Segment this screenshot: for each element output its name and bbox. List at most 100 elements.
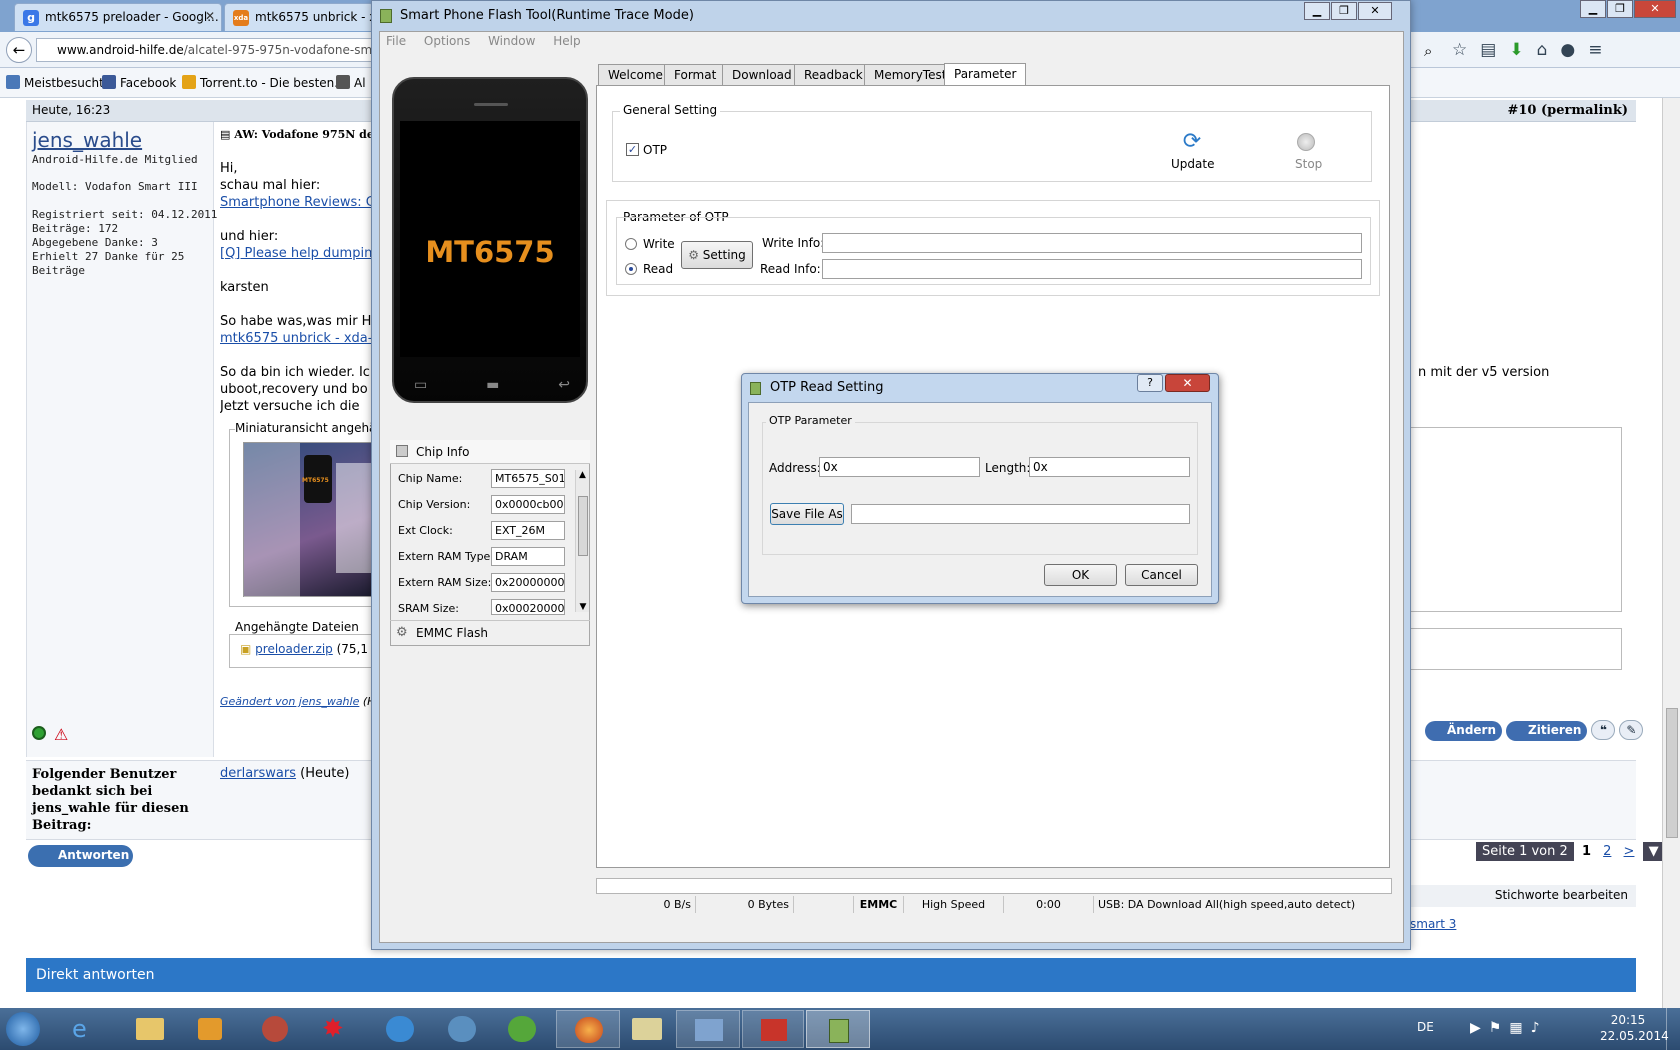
- quick-reply-icon[interactable]: ✎: [1619, 720, 1644, 740]
- back-button[interactable]: ←: [6, 37, 32, 63]
- stop-icon[interactable]: [1297, 133, 1315, 151]
- next-page-link[interactable]: >: [1620, 842, 1639, 861]
- menu-icon[interactable]: ≡: [1588, 40, 1615, 60]
- cancel-button[interactable]: Cancel: [1125, 564, 1198, 586]
- addon-icon[interactable]: ●: [1560, 40, 1588, 60]
- minimize-button[interactable]: ▁: [1304, 2, 1330, 20]
- tag-link[interactable]: smart 3: [1410, 917, 1456, 931]
- address-input[interactable]: 0x: [819, 457, 980, 477]
- tray-icon[interactable]: ▶: [1470, 1020, 1489, 1036]
- update-icon[interactable]: ⟳: [1181, 131, 1203, 153]
- scroll-down-icon[interactable]: ▼: [576, 602, 590, 612]
- stop-label[interactable]: Stop: [1295, 157, 1322, 171]
- help-button[interactable]: ?: [1137, 374, 1163, 392]
- maximize-button[interactable]: ❐: [1607, 0, 1633, 18]
- save-path-input[interactable]: [851, 504, 1190, 524]
- maximize-button[interactable]: ❐: [1331, 2, 1357, 20]
- internet-explorer-icon[interactable]: e: [72, 1015, 87, 1043]
- menu-help[interactable]: Help: [553, 34, 580, 48]
- taskbar-item-remote[interactable]: [676, 1010, 740, 1048]
- bookmark-meistbesucht[interactable]: Meistbesucht: [6, 75, 104, 90]
- scrollbar-thumb[interactable]: [578, 496, 588, 556]
- taskbar-item-flashtool[interactable]: [806, 1010, 870, 1048]
- write-radio[interactable]: [625, 238, 637, 250]
- close-icon[interactable]: ✕: [205, 9, 215, 23]
- post-link[interactable]: mtk6575 unbrick - xda-: [220, 330, 372, 347]
- post-link[interactable]: [Q] Please help dumpin: [220, 245, 372, 262]
- tab-memorytest[interactable]: MemoryTest: [864, 64, 957, 85]
- search-icon[interactable]: ⌕: [1424, 42, 1432, 60]
- page-1-link[interactable]: 1: [1578, 842, 1595, 861]
- otp-checkbox[interactable]: ✓: [626, 143, 639, 156]
- edit-button[interactable]: Ändern: [1425, 721, 1503, 741]
- quote-button[interactable]: Zitieren: [1506, 721, 1588, 741]
- emmc-flash-header[interactable]: ⚙ EMMC Flash: [390, 620, 590, 644]
- app-icon[interactable]: [262, 1016, 288, 1042]
- dialog-close-button[interactable]: ✕: [1165, 374, 1210, 392]
- close-window-button[interactable]: ✕: [1358, 2, 1392, 20]
- app-icon[interactable]: ✸: [322, 1014, 344, 1044]
- folder-icon[interactable]: [632, 1018, 662, 1040]
- taskbar-item-toolbox[interactable]: [742, 1010, 804, 1048]
- bookmark-torrent[interactable]: Torrent.to - Die besten...: [182, 75, 346, 90]
- tab-download[interactable]: Download: [722, 64, 802, 85]
- attachment-link[interactable]: preloader.zip: [255, 642, 333, 656]
- ok-button[interactable]: OK: [1044, 564, 1117, 586]
- username-link[interactable]: jens_wahle: [32, 128, 142, 152]
- taskbar-item-firefox[interactable]: [556, 1010, 620, 1048]
- edited-by-link[interactable]: Geändert von jens_wahle: [220, 695, 359, 708]
- save-file-as-button[interactable]: Save File As: [770, 503, 844, 525]
- close-window-button[interactable]: ✕: [1634, 0, 1676, 18]
- bookmark-android[interactable]: Al: [336, 75, 366, 90]
- read-radio[interactable]: [625, 263, 637, 275]
- direct-reply-header[interactable]: Direkt antworten: [26, 958, 1636, 992]
- tab-readback[interactable]: Readback: [794, 64, 873, 85]
- language-indicator[interactable]: DE: [1417, 1020, 1434, 1034]
- attachment-thumbnail[interactable]: MT6575: [243, 442, 373, 598]
- explorer-icon[interactable]: [136, 1018, 164, 1040]
- download-icon[interactable]: ⬇: [1509, 40, 1536, 60]
- browser-tab-1[interactable]: g mtk6575 preloader - Googl... ✕: [14, 3, 222, 31]
- volume-icon[interactable]: ♪: [1531, 1020, 1548, 1036]
- post-permalink[interactable]: #10 (permalink): [1507, 103, 1628, 118]
- scroll-up-icon[interactable]: ▲: [576, 470, 589, 480]
- thanks-user-link[interactable]: derlarswars: [220, 766, 296, 781]
- show-desktop-button[interactable]: [1666, 1008, 1680, 1050]
- page-scrollbar[interactable]: [1662, 98, 1680, 1008]
- update-label[interactable]: Update: [1171, 157, 1214, 171]
- app-icon[interactable]: [386, 1016, 414, 1042]
- menu-file[interactable]: File: [386, 34, 406, 48]
- multiquote-icon[interactable]: ❝: [1591, 720, 1616, 740]
- library-icon[interactable]: ▤: [1480, 40, 1509, 60]
- utorrent-icon[interactable]: [508, 1016, 536, 1042]
- chip-info-scrollbar[interactable]: ▲ ▼: [575, 470, 589, 612]
- app-icon[interactable]: [448, 1016, 476, 1042]
- scrollbar-thumb[interactable]: [1666, 708, 1678, 838]
- clock[interactable]: 20:15 22.05.2014: [1600, 1012, 1669, 1044]
- bookmark-facebook[interactable]: Facebook: [102, 75, 176, 90]
- report-icon[interactable]: ⚠: [54, 725, 68, 744]
- write-info-input[interactable]: [822, 233, 1362, 253]
- tags-edit[interactable]: Stichworte bearbeiten: [1410, 885, 1636, 907]
- media-player-icon[interactable]: [198, 1018, 222, 1040]
- read-info-input[interactable]: [822, 259, 1362, 279]
- reply-button[interactable]: Antworten: [28, 845, 133, 867]
- tab-welcome[interactable]: Welcome: [598, 64, 673, 85]
- home-icon[interactable]: ⌂: [1537, 40, 1561, 60]
- tab-parameter[interactable]: Parameter: [944, 63, 1027, 85]
- menu-options[interactable]: Options: [424, 34, 470, 48]
- url-bar[interactable]: www.android-hilfe.de/alcatel-975-975n-vo…: [36, 38, 376, 62]
- star-icon[interactable]: ☆: [1452, 40, 1480, 60]
- page-2-link[interactable]: 2: [1599, 842, 1615, 861]
- setting-button[interactable]: ⚙ Setting: [681, 241, 753, 269]
- minimize-button[interactable]: ▁: [1580, 0, 1606, 18]
- tab-format[interactable]: Format: [664, 64, 727, 85]
- post-link[interactable]: Smartphone Reviews: C: [220, 194, 372, 211]
- tray-icon[interactable]: ⚑: [1489, 1020, 1510, 1036]
- start-button[interactable]: [6, 1012, 40, 1046]
- network-icon[interactable]: ▦: [1509, 1020, 1530, 1036]
- browser-tab-2[interactable]: xda mtk6575 unbrick - xda: [224, 3, 374, 31]
- chip-info-header[interactable]: Chip Info: [390, 440, 590, 464]
- menu-window[interactable]: Window: [488, 34, 535, 48]
- length-input[interactable]: 0x: [1029, 457, 1190, 477]
